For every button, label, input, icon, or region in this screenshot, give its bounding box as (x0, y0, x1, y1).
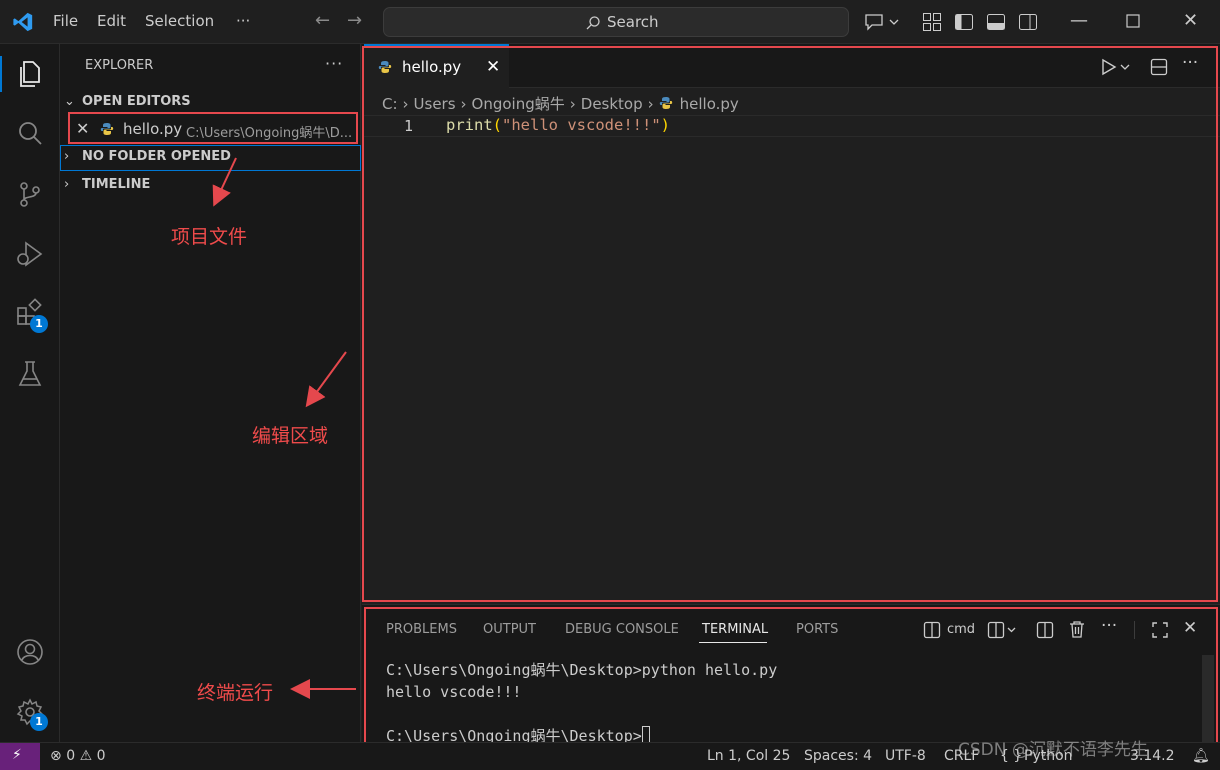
problems-status[interactable]: ⊗ 0 ⚠ 0 (50, 748, 106, 764)
encoding[interactable]: UTF-8 (885, 748, 926, 764)
annotation-project-files: 项目文件 (171, 226, 248, 248)
error-icon: ⊗ (50, 748, 62, 764)
remote-icon: ⚡︎ (12, 747, 22, 763)
warning-count: 0 (96, 748, 106, 764)
indentation[interactable]: Spaces: 4 (804, 748, 872, 764)
annotation-edit-area: 编辑区域 (252, 425, 329, 447)
notifications-bell-icon[interactable]: 🔔︎ (1192, 748, 1210, 764)
remote-indicator[interactable]: ⚡︎ (0, 743, 40, 770)
annotation-arrows (212, 157, 356, 699)
error-count: 0 (66, 748, 76, 764)
annotation-terminal-run: 终端运行 (197, 682, 274, 704)
warning-icon: ⚠ (79, 748, 93, 764)
csdn-watermark: CSDN @沉默不语李先生 (958, 740, 1148, 760)
cursor-position[interactable]: Ln 1, Col 25 (707, 748, 790, 764)
